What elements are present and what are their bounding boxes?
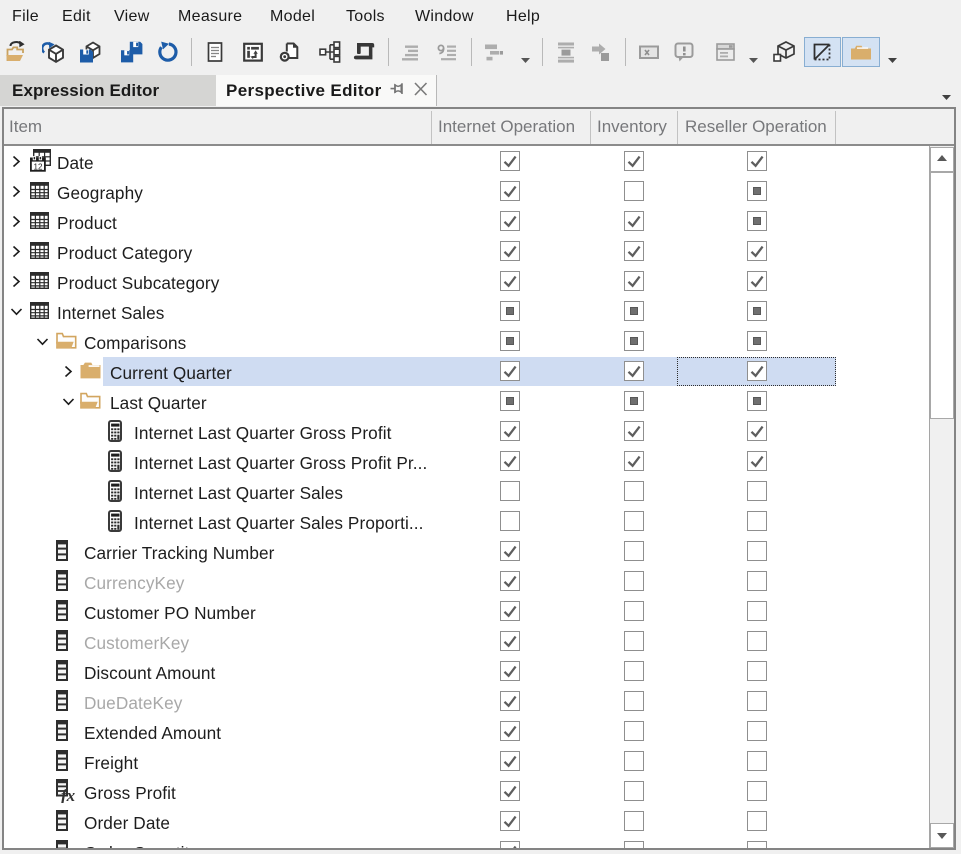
svg-text:fx: fx [61,786,76,803]
svg-text:12: 12 [34,162,43,171]
